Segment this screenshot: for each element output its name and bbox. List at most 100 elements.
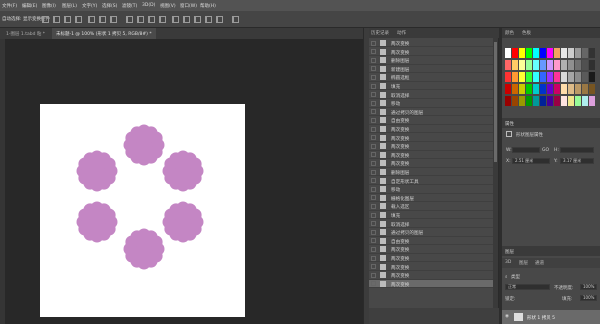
history-snapshot-toggle[interactable] xyxy=(371,152,376,158)
flower-shape[interactable] xyxy=(76,201,118,243)
color-swatch[interactable] xyxy=(533,72,539,82)
history-snapshot-toggle[interactable] xyxy=(371,212,376,218)
color-swatch[interactable] xyxy=(547,72,553,82)
align-distribute-button[interactable] xyxy=(172,16,179,23)
layer-row-selected[interactable]: ◉ 形状 1 拷贝 5 xyxy=(502,310,600,324)
color-swatch[interactable] xyxy=(519,60,525,70)
align-distribute-button[interactable] xyxy=(205,16,212,23)
history-item[interactable]: 两次变换 xyxy=(369,48,493,56)
fill-field[interactable]: 100% xyxy=(580,295,597,301)
link-dimensions-icon[interactable]: GO xyxy=(542,148,549,153)
align-distribute-button[interactable] xyxy=(159,16,166,23)
color-swatch[interactable] xyxy=(526,48,532,58)
menu-item[interactable]: 编辑(E) xyxy=(22,3,37,9)
history-item[interactable]: 取消选择 xyxy=(369,91,493,99)
color-swatch[interactable] xyxy=(526,96,532,106)
color-swatch[interactable] xyxy=(561,96,567,106)
color-swatch[interactable] xyxy=(526,84,532,94)
color-swatch[interactable] xyxy=(547,60,553,70)
swatches-tab[interactable]: 颜色 xyxy=(505,30,514,36)
align-distribute-button[interactable] xyxy=(183,16,190,23)
align-distribute-button[interactable] xyxy=(232,16,239,23)
color-swatch[interactable] xyxy=(589,48,595,58)
color-swatch[interactable] xyxy=(533,48,539,58)
color-swatch[interactable] xyxy=(589,72,595,82)
history-item[interactable]: 两次变换 xyxy=(369,263,493,271)
color-swatch[interactable] xyxy=(568,96,574,106)
menu-item[interactable]: 滤镜(T) xyxy=(122,3,137,9)
history-item[interactable]: 移动 xyxy=(369,185,493,194)
color-swatch[interactable] xyxy=(540,48,546,58)
color-swatch[interactable] xyxy=(505,60,511,70)
align-distribute-button[interactable] xyxy=(216,16,223,23)
history-snapshot-toggle[interactable] xyxy=(371,186,376,192)
history-snapshot-toggle[interactable] xyxy=(371,135,376,141)
color-swatch[interactable] xyxy=(512,60,518,70)
history-snapshot-toggle[interactable] xyxy=(371,143,376,149)
color-swatch[interactable] xyxy=(589,96,595,106)
color-swatch[interactable] xyxy=(519,84,525,94)
menu-item[interactable]: 文字(Y) xyxy=(82,3,97,9)
history-item[interactable]: 删除图层 xyxy=(369,56,493,65)
color-swatch[interactable] xyxy=(519,72,525,82)
history-snapshot-toggle[interactable] xyxy=(371,92,376,98)
color-swatch[interactable] xyxy=(582,72,588,82)
history-snapshot-toggle[interactable] xyxy=(371,264,376,270)
color-swatch[interactable] xyxy=(554,72,560,82)
history-item[interactable]: 自定形状工具 xyxy=(369,177,493,185)
color-swatch[interactable] xyxy=(554,48,560,58)
align-distribute-button[interactable] xyxy=(53,16,60,23)
history-snapshot-toggle[interactable] xyxy=(371,66,376,72)
menu-item[interactable]: 文件(F) xyxy=(2,3,17,9)
color-swatch[interactable] xyxy=(540,72,546,82)
color-swatch[interactable] xyxy=(512,96,518,106)
filter-search-icon[interactable]: ⌕ xyxy=(505,274,508,280)
flower-shape[interactable] xyxy=(123,228,165,270)
menu-item[interactable]: 图层(L) xyxy=(62,3,77,9)
color-swatch[interactable] xyxy=(519,96,525,106)
color-swatch[interactable] xyxy=(505,84,511,94)
color-swatch[interactable] xyxy=(519,48,525,58)
color-swatch[interactable] xyxy=(505,96,511,106)
layer-kind-filter[interactable]: 类型 xyxy=(511,274,520,280)
color-swatch[interactable] xyxy=(575,96,581,106)
history-item[interactable]: 删除图层 xyxy=(369,168,493,177)
color-swatch[interactable] xyxy=(561,48,567,58)
menu-item[interactable]: 窗口(W) xyxy=(180,3,197,9)
history-snapshot-toggle[interactable] xyxy=(371,100,376,106)
history-snapshot-toggle[interactable] xyxy=(371,169,376,175)
history-snapshot-toggle[interactable] xyxy=(371,221,376,227)
align-distribute-button[interactable] xyxy=(88,16,95,23)
color-swatch[interactable] xyxy=(582,84,588,94)
document-tab[interactable]: 未标题-1 @ 100% (形状 1 拷贝 5, RGB/8#) * xyxy=(52,28,156,39)
history-tab[interactable]: 动作 xyxy=(397,30,406,36)
history-item[interactable]: 两次变换 xyxy=(369,254,493,263)
color-swatch[interactable] xyxy=(589,84,595,94)
color-swatch[interactable] xyxy=(575,60,581,70)
history-snapshot-toggle[interactable] xyxy=(371,49,376,55)
history-item[interactable]: 填充 xyxy=(369,82,493,91)
menu-item[interactable]: 视图(V) xyxy=(160,3,176,9)
history-snapshot-toggle[interactable] xyxy=(371,203,376,209)
y-field[interactable]: 3.17 厘米 xyxy=(560,158,594,164)
color-swatch[interactable] xyxy=(575,72,581,82)
history-item[interactable]: 自由变换 xyxy=(369,237,493,246)
align-distribute-button[interactable] xyxy=(137,16,144,23)
menu-item[interactable]: 图像(I) xyxy=(42,3,56,9)
history-tab[interactable]: 历史记录 xyxy=(371,30,389,36)
scrollbar-thumb[interactable] xyxy=(494,42,497,162)
menu-item[interactable]: 选择(S) xyxy=(102,3,117,9)
history-snapshot-toggle[interactable] xyxy=(371,83,376,89)
align-distribute-button[interactable] xyxy=(42,16,49,23)
history-snapshot-toggle[interactable] xyxy=(371,281,376,287)
history-snapshot-toggle[interactable] xyxy=(371,57,376,63)
align-distribute-button[interactable] xyxy=(99,16,106,23)
history-snapshot-toggle[interactable] xyxy=(371,238,376,244)
document-canvas[interactable] xyxy=(40,104,245,317)
align-distribute-button[interactable] xyxy=(194,16,201,23)
color-swatch[interactable] xyxy=(568,84,574,94)
history-item[interactable]: 填充 xyxy=(369,211,493,220)
history-item[interactable]: 两次变换 xyxy=(369,39,493,48)
history-item[interactable]: 取消选择 xyxy=(369,220,493,228)
flower-shape[interactable] xyxy=(162,201,204,243)
